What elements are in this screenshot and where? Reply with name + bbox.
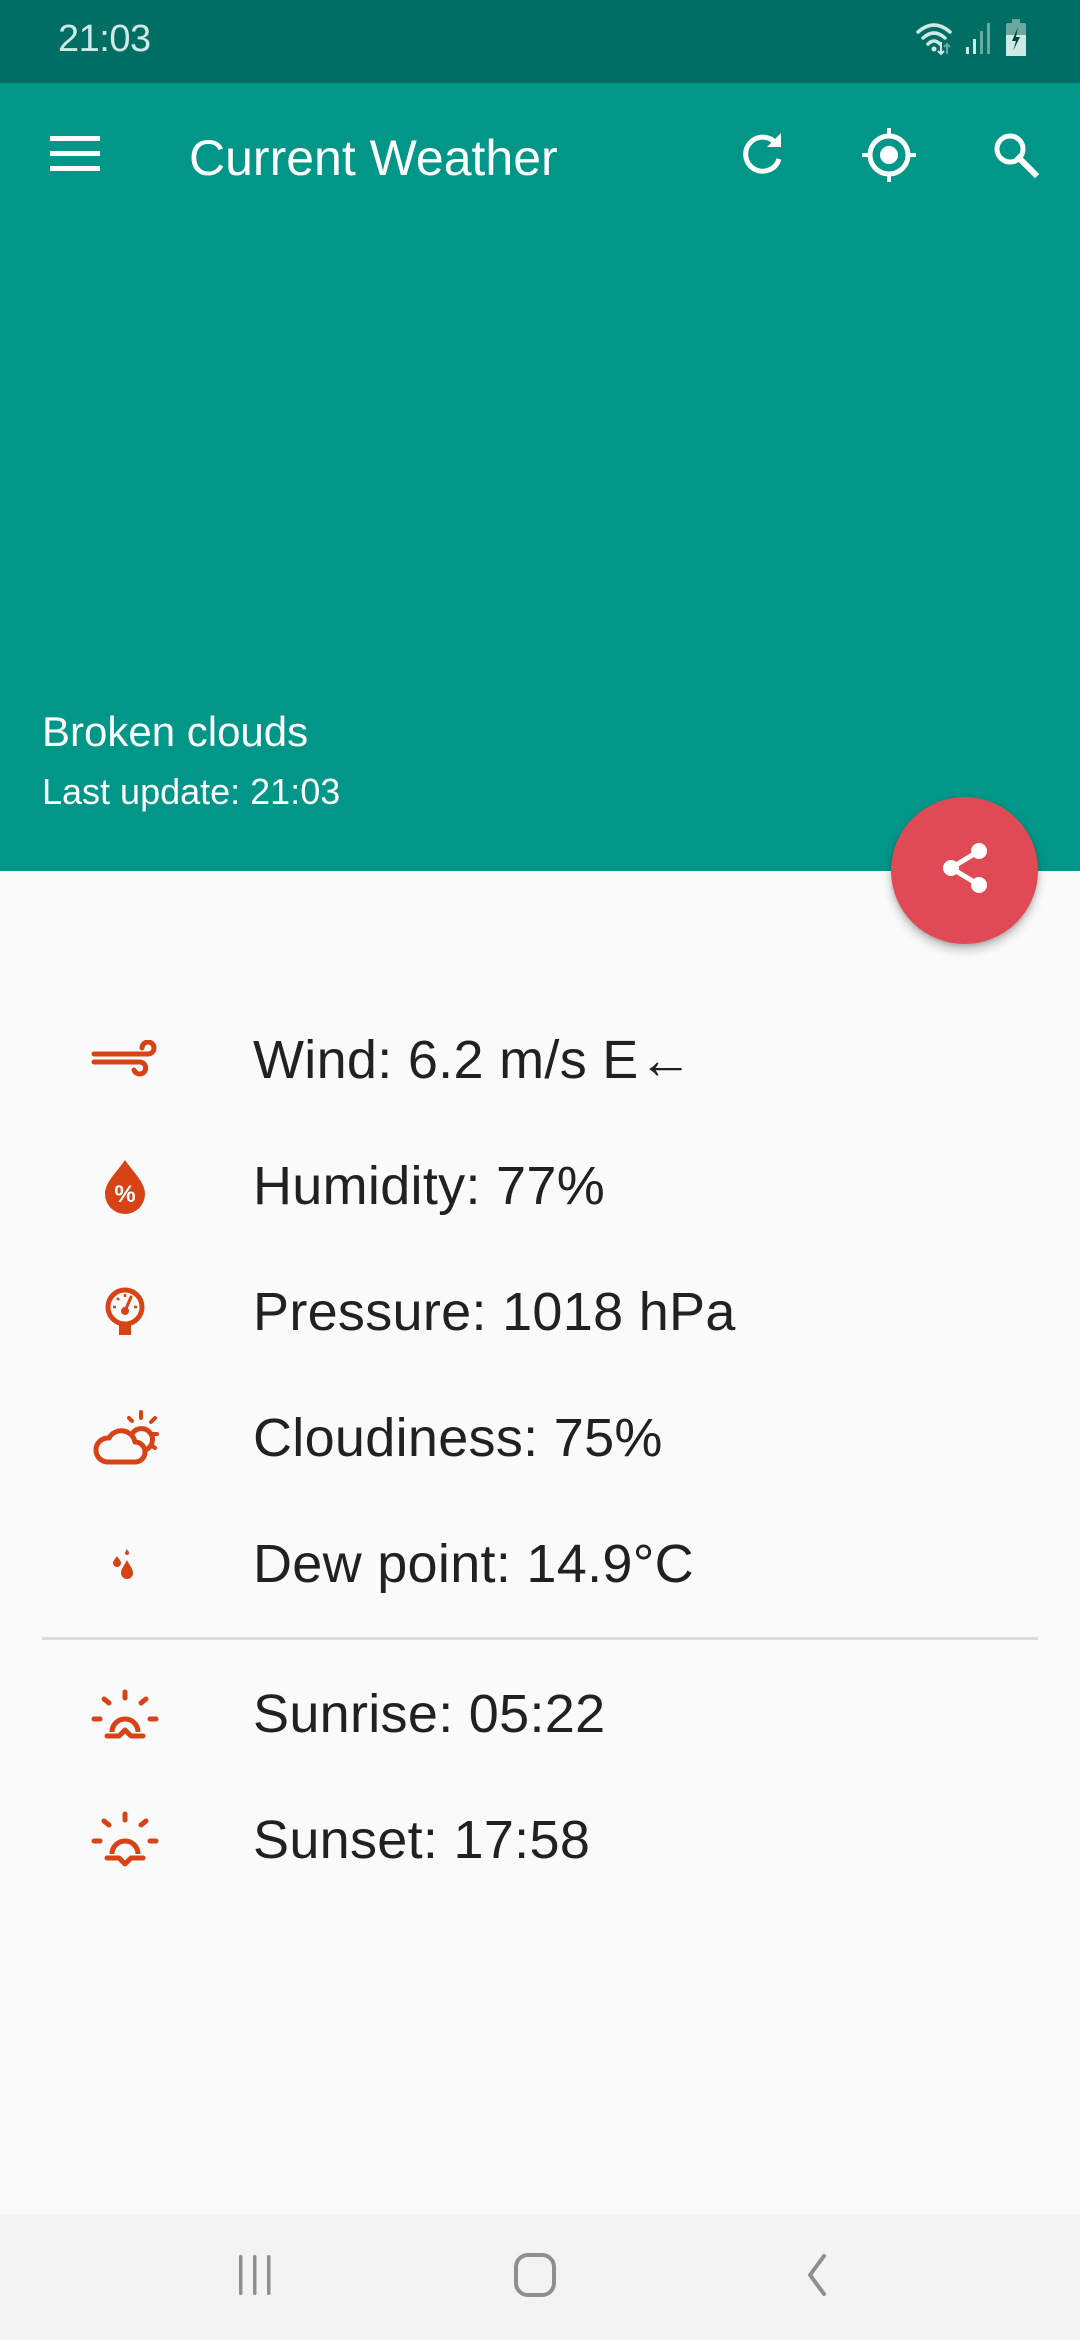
sunrise-label: Sunrise: 05:22 [253, 1684, 606, 1744]
weather-condition: Broken clouds [42, 708, 309, 755]
dew-point-label: Dew point: 14.9°C [253, 1534, 694, 1594]
pressure-label: Pressure: 1018 hPa [253, 1282, 736, 1342]
toolbar: Current Weather [0, 83, 1080, 233]
dew-point-icon [85, 1524, 165, 1604]
wind-icon [85, 1020, 165, 1100]
refresh-icon [739, 131, 787, 184]
wind-label: Wind: 6.2 m/s E← [253, 1030, 693, 1090]
app-header: Current Weather Broken clouds Last updat… [0, 83, 1080, 871]
menu-icon [50, 135, 100, 177]
svg-text:%: % [114, 1181, 135, 1208]
recent-apps-icon [235, 2253, 275, 2302]
detail-row-sunrise: Sunrise: 05:22 [0, 1674, 1080, 1754]
partly-cloudy-icon [85, 1398, 165, 1478]
detail-row-humidity: % Humidity: 77% [0, 1146, 1080, 1226]
cloudiness-label: Cloudiness: 75% [253, 1408, 663, 1468]
detail-row-dew-point: Dew point: 14.9°C [0, 1524, 1080, 1604]
status-time: 21:03 [58, 18, 151, 60]
sunrise-icon [85, 1674, 165, 1754]
signal-icon [964, 21, 994, 60]
menu-button[interactable] [40, 121, 110, 191]
divider [42, 1637, 1038, 1640]
detail-row-cloudiness: Cloudiness: 75% [0, 1398, 1080, 1478]
detail-row-sunset: Sunset: 17:58 [0, 1800, 1080, 1880]
share-button[interactable] [891, 797, 1038, 944]
battery-charging-icon [1004, 18, 1028, 62]
back-button[interactable] [757, 2234, 877, 2320]
search-icon [991, 130, 1041, 185]
back-icon [802, 2252, 832, 2303]
sunset-icon [85, 1800, 165, 1880]
system-nav-bar [0, 2214, 1080, 2340]
locate-button[interactable] [851, 119, 927, 195]
share-icon [937, 838, 993, 903]
wifi-icon [914, 20, 954, 61]
status-icons [914, 18, 1028, 62]
home-button[interactable] [475, 2234, 595, 2320]
detail-row-pressure: Pressure: 1018 hPa [0, 1272, 1080, 1352]
humidity-icon: % [85, 1146, 165, 1226]
humidity-label: Humidity: 77% [253, 1156, 606, 1216]
home-icon [513, 2252, 557, 2303]
last-update: Last update: 21:03 [42, 771, 341, 812]
search-button[interactable] [978, 119, 1054, 195]
gps-locate-icon [859, 125, 919, 190]
sunset-label: Sunset: 17:58 [253, 1810, 591, 1870]
page-title: Current Weather [189, 130, 558, 186]
refresh-button[interactable] [725, 119, 801, 195]
pressure-gauge-icon [85, 1272, 165, 1352]
detail-row-wind: Wind: 6.2 m/s E← [0, 1020, 1080, 1100]
recent-apps-button[interactable] [195, 2234, 315, 2320]
status-bar: 21:03 [0, 0, 1080, 83]
